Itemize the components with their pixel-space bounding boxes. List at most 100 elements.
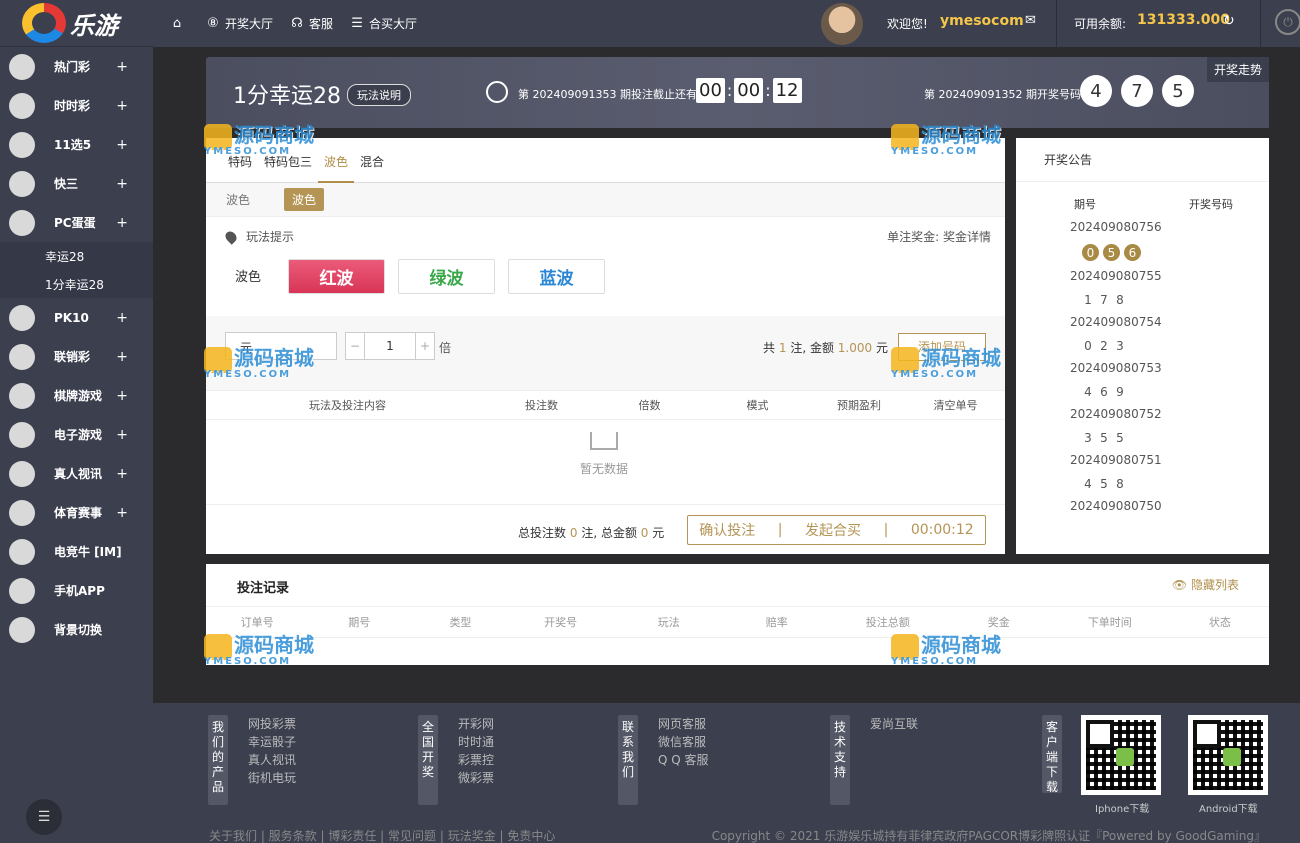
col-mode: 模式 — [746, 399, 769, 412]
notice-number: 5 — [1100, 477, 1108, 491]
ssc-icon — [9, 92, 35, 119]
tab-bose[interactable]: 波色 — [318, 138, 355, 183]
expand-icon[interactable]: + — [116, 388, 128, 404]
sidebar-item-slot[interactable]: 电子游戏 + — [0, 415, 153, 454]
footer-link[interactable]: 彩票控 — [458, 751, 494, 769]
expand-icon[interactable]: + — [116, 98, 128, 114]
sidebar-item-ball[interactable]: 体育赛事 + — [0, 493, 153, 532]
blue-wave-button[interactable]: 蓝波 — [508, 259, 605, 294]
power-icon[interactable]: ⏻ — [1275, 9, 1300, 35]
notice-number: 9 — [1116, 385, 1124, 399]
col-issue: 期号 — [1074, 198, 1096, 211]
result-ball: 5 — [1162, 75, 1194, 107]
play-tip[interactable]: 玩法提示 — [246, 230, 294, 244]
total-mid: 注, 总金额 — [581, 526, 637, 540]
sidebar-item-monitor[interactable]: 背景切换 — [0, 610, 153, 649]
iphone-download-link[interactable]: Iphone下载 — [1095, 800, 1149, 815]
notice-title: 开奖公告 — [1016, 138, 1269, 182]
home-button[interactable]: ⌂ — [169, 16, 189, 32]
sidebar-item-pcdd[interactable]: PC蛋蛋 + — [0, 203, 153, 242]
footer-link[interactable]: 时时通 — [458, 733, 494, 751]
nav-service[interactable]: ☊ 客服 — [289, 15, 333, 32]
current-issue: 202409091353 — [532, 88, 617, 101]
empty-tray-icon — [590, 432, 618, 450]
plus-button[interactable]: + — [416, 333, 434, 359]
sidebar-item-hot[interactable]: 热门彩 + — [0, 47, 153, 86]
hide-list-button[interactable]: 👁 隐藏列表 — [1172, 576, 1239, 593]
expand-icon[interactable]: + — [116, 349, 128, 365]
watermark-sub: YMESO.COM — [891, 655, 979, 667]
footer-link[interactable]: 真人视讯 — [248, 751, 296, 769]
footer-link[interactable]: 网页客服 — [658, 715, 709, 733]
expand-icon[interactable]: + — [116, 215, 128, 231]
expand-icon[interactable]: + — [116, 310, 128, 326]
sidebar-item-11x5[interactable]: 11选5 + — [0, 125, 153, 164]
android-download-link[interactable]: Android下载 — [1199, 800, 1258, 815]
footer-link[interactable]: 微信客服 — [658, 733, 709, 751]
nav-group-buy[interactable]: ☰ 合买大厅 — [349, 15, 417, 32]
footer-links[interactable]: 关于我们 | 服务条款 | 博彩责任 | 常见问题 | 玩法奖金 | 免责中心 — [209, 827, 555, 843]
username[interactable]: ymesocom — [940, 13, 1024, 29]
location-pin-icon — [223, 229, 239, 245]
sidebar-toggle-button[interactable]: ☰ — [26, 799, 62, 835]
sidebar-item-pk[interactable]: PK10 + — [0, 298, 153, 337]
sidebar-item-cards[interactable]: 棋牌游戏 + — [0, 376, 153, 415]
footer-link[interactable]: 幸运骰子 — [248, 733, 296, 751]
game-header: 1分幸运28 玩法说明 第 202409091353 期投注截止还有 00: 0… — [206, 57, 1269, 128]
footer-link[interactable]: 微彩票 — [458, 769, 494, 787]
sidebar-item-ssc[interactable]: 时时彩 + — [0, 86, 153, 125]
watermark: 源码商城 YMESO.COM — [891, 119, 1001, 157]
sidebar-subitem-lucky28[interactable]: 幸运28 — [0, 242, 153, 270]
sidebar-item-bull[interactable]: 电竞牛 [IM] — [0, 532, 153, 571]
logo[interactable]: 乐游 — [0, 0, 153, 47]
green-wave-button[interactable]: 绿波 — [398, 259, 495, 294]
notice-number: 5 — [1116, 431, 1124, 445]
prize-detail-link[interactable]: 奖金详情 — [943, 230, 991, 244]
footer-link[interactable]: 街机电玩 — [248, 769, 296, 787]
android-qr-code — [1188, 715, 1268, 795]
bose-label: 波色 — [235, 270, 262, 285]
expand-icon[interactable]: + — [116, 59, 128, 75]
sidebar-item-phone[interactable]: 手机APP — [0, 571, 153, 610]
group-buy-button[interactable]: 发起合买 — [805, 520, 861, 540]
confirm-bet-button[interactable]: 确认投注 — [699, 520, 755, 540]
sub-tabs: 波色 波色 — [206, 183, 1005, 217]
sidebar-item-label: 时时彩 — [54, 99, 91, 113]
footer-link[interactable]: 开彩网 — [458, 715, 494, 733]
sidebar-subitem-1min-lucky28[interactable]: 1分幸运28 — [0, 270, 153, 298]
sidebar-item-dots[interactable]: 联销彩 + — [0, 337, 153, 376]
minus-button[interactable]: − — [346, 333, 364, 359]
notice-issue: 202409080755 — [1070, 269, 1162, 283]
rules-button[interactable]: 玩法说明 — [347, 84, 411, 106]
sidebar-item-dice[interactable]: 快三 + — [0, 164, 153, 203]
footer-bottom: 关于我们 | 服务条款 | 博彩责任 | 常见问题 | 玩法奖金 | 免责中心 … — [153, 827, 1300, 843]
top-bar: ⌂ ⑧ 开奖大厅 ☊ 客服 ☰ 合买大厅 欢迎您! ymesocom ✉ 可用余额: … — [153, 0, 1300, 47]
avatar[interactable] — [821, 3, 863, 45]
clear-bets-button[interactable]: 清空单号 — [908, 397, 1003, 413]
expand-icon[interactable]: + — [116, 427, 128, 443]
bet-records: 投注记录 👁 隐藏列表 订单号 期号 类型 开奖号 玩法 赔率 投注总额 奖金 下单时间 状态 — [206, 564, 1269, 665]
expand-icon[interactable]: + — [116, 505, 128, 521]
notice-number: 7 — [1100, 293, 1108, 307]
notice-number: 0 — [1084, 339, 1092, 353]
subtab-bose[interactable]: 波色 — [284, 188, 325, 211]
footer-link[interactable]: 爱尚互联 — [870, 715, 918, 733]
expand-icon[interactable]: + — [116, 176, 128, 192]
red-wave-button[interactable]: 红波 — [288, 259, 385, 294]
footer-tag: 客户端下载 — [1042, 715, 1062, 794]
expand-icon[interactable]: + — [116, 137, 128, 153]
footer-link[interactable]: Q Q 客服 — [658, 751, 709, 769]
tab-mixed[interactable]: 混合 — [354, 138, 390, 183]
refresh-icon[interactable]: ↻ — [1223, 13, 1235, 29]
sidebar-item-person[interactable]: 真人视讯 + — [0, 454, 153, 493]
trend-button[interactable]: 开奖走势 — [1206, 57, 1269, 82]
notice-header: 期号 开奖号码 — [1016, 196, 1269, 212]
expand-icon[interactable]: + — [116, 466, 128, 482]
mail-icon[interactable]: ✉ — [1025, 13, 1036, 28]
col-multiple: 倍数 — [638, 399, 661, 412]
divider — [1056, 0, 1057, 47]
notice-issue: 202409080754 — [1070, 315, 1162, 329]
footer-link[interactable]: 网投彩票 — [248, 715, 296, 733]
nav-draw-hall[interactable]: ⑧ 开奖大厅 — [205, 15, 273, 32]
multiple-input[interactable]: 1 — [364, 333, 416, 359]
